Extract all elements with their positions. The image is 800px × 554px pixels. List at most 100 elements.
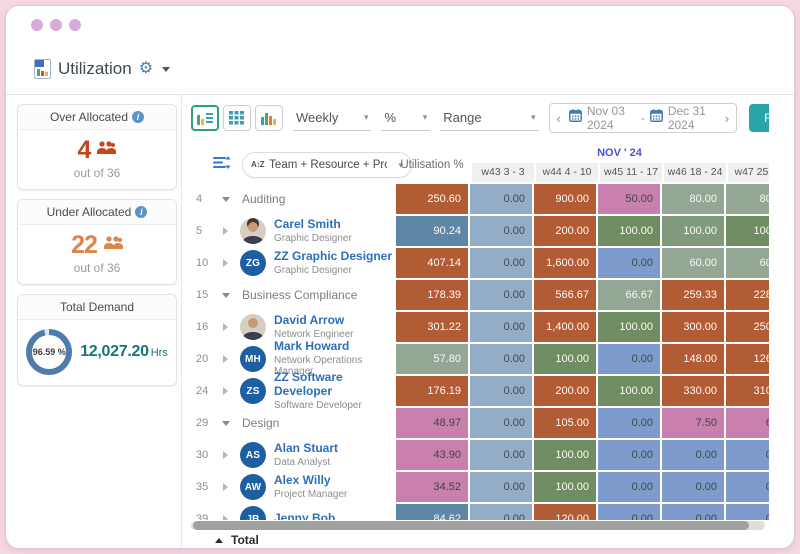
week-value-cell: 0.00	[470, 184, 532, 214]
resource-name-link[interactable]: ZZ Graphic Designer	[274, 249, 392, 264]
expand-total-icon[interactable]	[215, 537, 223, 543]
under-allocated-title: Under Allocated	[46, 205, 132, 219]
week-value-cell: 100.00	[534, 344, 596, 374]
week-headers: w43 3 - 3 w44 4 - 10 w45 11 - 17 w46 18 - 2…	[470, 163, 769, 182]
demand-percent: 96.59 %	[32, 347, 66, 357]
avatar-initials: AS	[240, 442, 266, 468]
gear-icon[interactable]: ⚙	[139, 61, 153, 77]
next-period-button[interactable]: ›	[722, 112, 732, 125]
week-value-cell: 0.00	[470, 472, 532, 502]
avatar-initials: AW	[240, 474, 266, 500]
window-dot-2[interactable]	[50, 19, 62, 31]
prev-period-button[interactable]: ‹	[554, 112, 564, 125]
week-value-cell: 100.00	[534, 472, 596, 502]
avatar-initials: MH	[240, 346, 266, 372]
week-value-cell: 0.00	[470, 408, 532, 438]
utilization-main-panel: Weekly ▾ % ▾ Range ▾ ‹ Nov 03 2024 - Dec 31…	[187, 95, 769, 548]
week-value-cell: 900.00	[534, 184, 596, 214]
date-from[interactable]: Nov 03 2024	[587, 104, 636, 132]
people-icon	[96, 140, 117, 161]
period-select[interactable]: Weekly ▾	[293, 106, 372, 131]
full-partial-toggle: Full Partial	[749, 104, 769, 132]
utilisation-column-header: Utilisation %	[400, 158, 464, 171]
full-button[interactable]: Full	[749, 104, 769, 132]
sort-filter-icon[interactable]	[213, 155, 231, 175]
week-value-cell: 0.00	[598, 472, 660, 502]
title-dropdown-caret-icon[interactable]	[162, 66, 171, 72]
week-value-cell: 1,600.00	[534, 248, 596, 278]
week-value-cell: 0.00	[598, 344, 660, 374]
table-row: 15 Business Compliance 178.39 0.00 566.67 6…	[187, 279, 769, 311]
week-value-cell: 120.00	[534, 504, 596, 520]
row-number: 4	[196, 193, 203, 205]
row-number: 5	[196, 225, 203, 237]
utilisation-cell: 176.19	[396, 376, 468, 406]
chart-list-view-button[interactable]	[191, 105, 219, 131]
unit-select[interactable]: % ▾	[381, 106, 431, 131]
date-to[interactable]: Dec 31 2024	[668, 104, 717, 132]
expand-toggle[interactable]	[218, 292, 233, 298]
page-header: Utilization ⚙	[34, 59, 171, 79]
expand-toggle[interactable]	[218, 323, 233, 331]
expand-toggle[interactable]	[218, 515, 233, 520]
resource-name-link[interactable]: Jenny Bob	[274, 511, 335, 520]
row-number: 15	[196, 289, 209, 301]
utilisation-cell: 43.90	[396, 440, 468, 470]
group-name: Auditing	[242, 192, 286, 206]
week-value-cell: 0.00	[470, 440, 532, 470]
over-allocated-caption: out of 36	[73, 166, 121, 180]
week-value-cell: 100.00	[662, 216, 724, 246]
expand-toggle[interactable]	[218, 387, 233, 395]
week-column-header: w47 25 - 1	[728, 163, 769, 182]
row-number: 30	[196, 449, 209, 461]
window-dot-3[interactable]	[69, 19, 81, 31]
resource-name-link[interactable]: Alan Stuart	[274, 441, 338, 456]
week-value-cell: 566.67	[534, 280, 596, 310]
horizontal-scrollbar	[191, 521, 765, 530]
range-select[interactable]: Range ▾	[440, 106, 539, 131]
row-number: 10	[196, 257, 209, 269]
expand-toggle[interactable]	[218, 227, 233, 235]
resource-name-link[interactable]: Carel Smith	[274, 217, 352, 232]
week-column-header: w45 11 - 17	[600, 163, 662, 182]
bar-chart-view-button[interactable]	[255, 105, 283, 131]
expand-toggle[interactable]	[218, 355, 233, 363]
app-window: Utilization ⚙ Over Allocated i 4 out of …	[5, 5, 795, 549]
info-icon[interactable]: i	[132, 111, 145, 123]
week-value-cell: 105.00	[534, 408, 596, 438]
week-value-cell: 200.00	[534, 216, 596, 246]
week-value-cell: 0.00	[470, 504, 532, 520]
avatar-initials: JB	[240, 506, 266, 520]
expand-toggle[interactable]	[218, 259, 233, 267]
resource-name-link[interactable]: ZZ Software Developer	[274, 370, 394, 399]
week-value-cell: 148.00	[662, 344, 724, 374]
week-column-header: w46 18 - 24	[664, 163, 726, 182]
expand-toggle[interactable]	[218, 483, 233, 491]
table-row: 5 Carel Smith Graphic Designer 90.24 0.00 2…	[187, 215, 769, 247]
date-separator: -	[640, 111, 645, 125]
info-icon[interactable]: i	[135, 206, 148, 218]
total-demand-title: Total Demand	[59, 300, 135, 314]
total-label: Total	[231, 533, 259, 547]
expand-toggle[interactable]	[218, 451, 233, 459]
table-row: 35 AW Alex Willy Project Manager 34.52 0.00…	[187, 471, 769, 503]
week-value-cell: 0.00	[470, 216, 532, 246]
window-dot-1[interactable]	[31, 19, 43, 31]
expand-toggle[interactable]	[218, 196, 233, 202]
expand-toggle[interactable]	[218, 420, 233, 426]
date-range-picker: ‹ Nov 03 2024 - Dec 31 2024 ›	[548, 103, 738, 133]
resource-name-link[interactable]: David Arrow	[274, 313, 353, 328]
week-value-cell: 0.00	[470, 376, 532, 406]
resource-name-link[interactable]: Alex Willy	[274, 473, 347, 488]
week-value-cell: 7.50	[662, 408, 724, 438]
week-value-cell: 300.00	[662, 312, 724, 342]
week-value-cell: 0.00	[470, 280, 532, 310]
grid-view-button[interactable]	[223, 105, 251, 131]
resource-name-link[interactable]: Mark Howard	[274, 339, 394, 354]
over-allocated-value: 4	[77, 136, 92, 164]
horizontal-scrollbar-thumb[interactable]	[193, 521, 749, 530]
week-value-cell: 0.00	[662, 504, 724, 520]
group-by-select[interactable]: A↕Z Team + Resource + Proj... ▾	[242, 152, 412, 178]
utilisation-cell: 178.39	[396, 280, 468, 310]
group-by-label: Team + Resource + Proj...	[269, 159, 387, 171]
